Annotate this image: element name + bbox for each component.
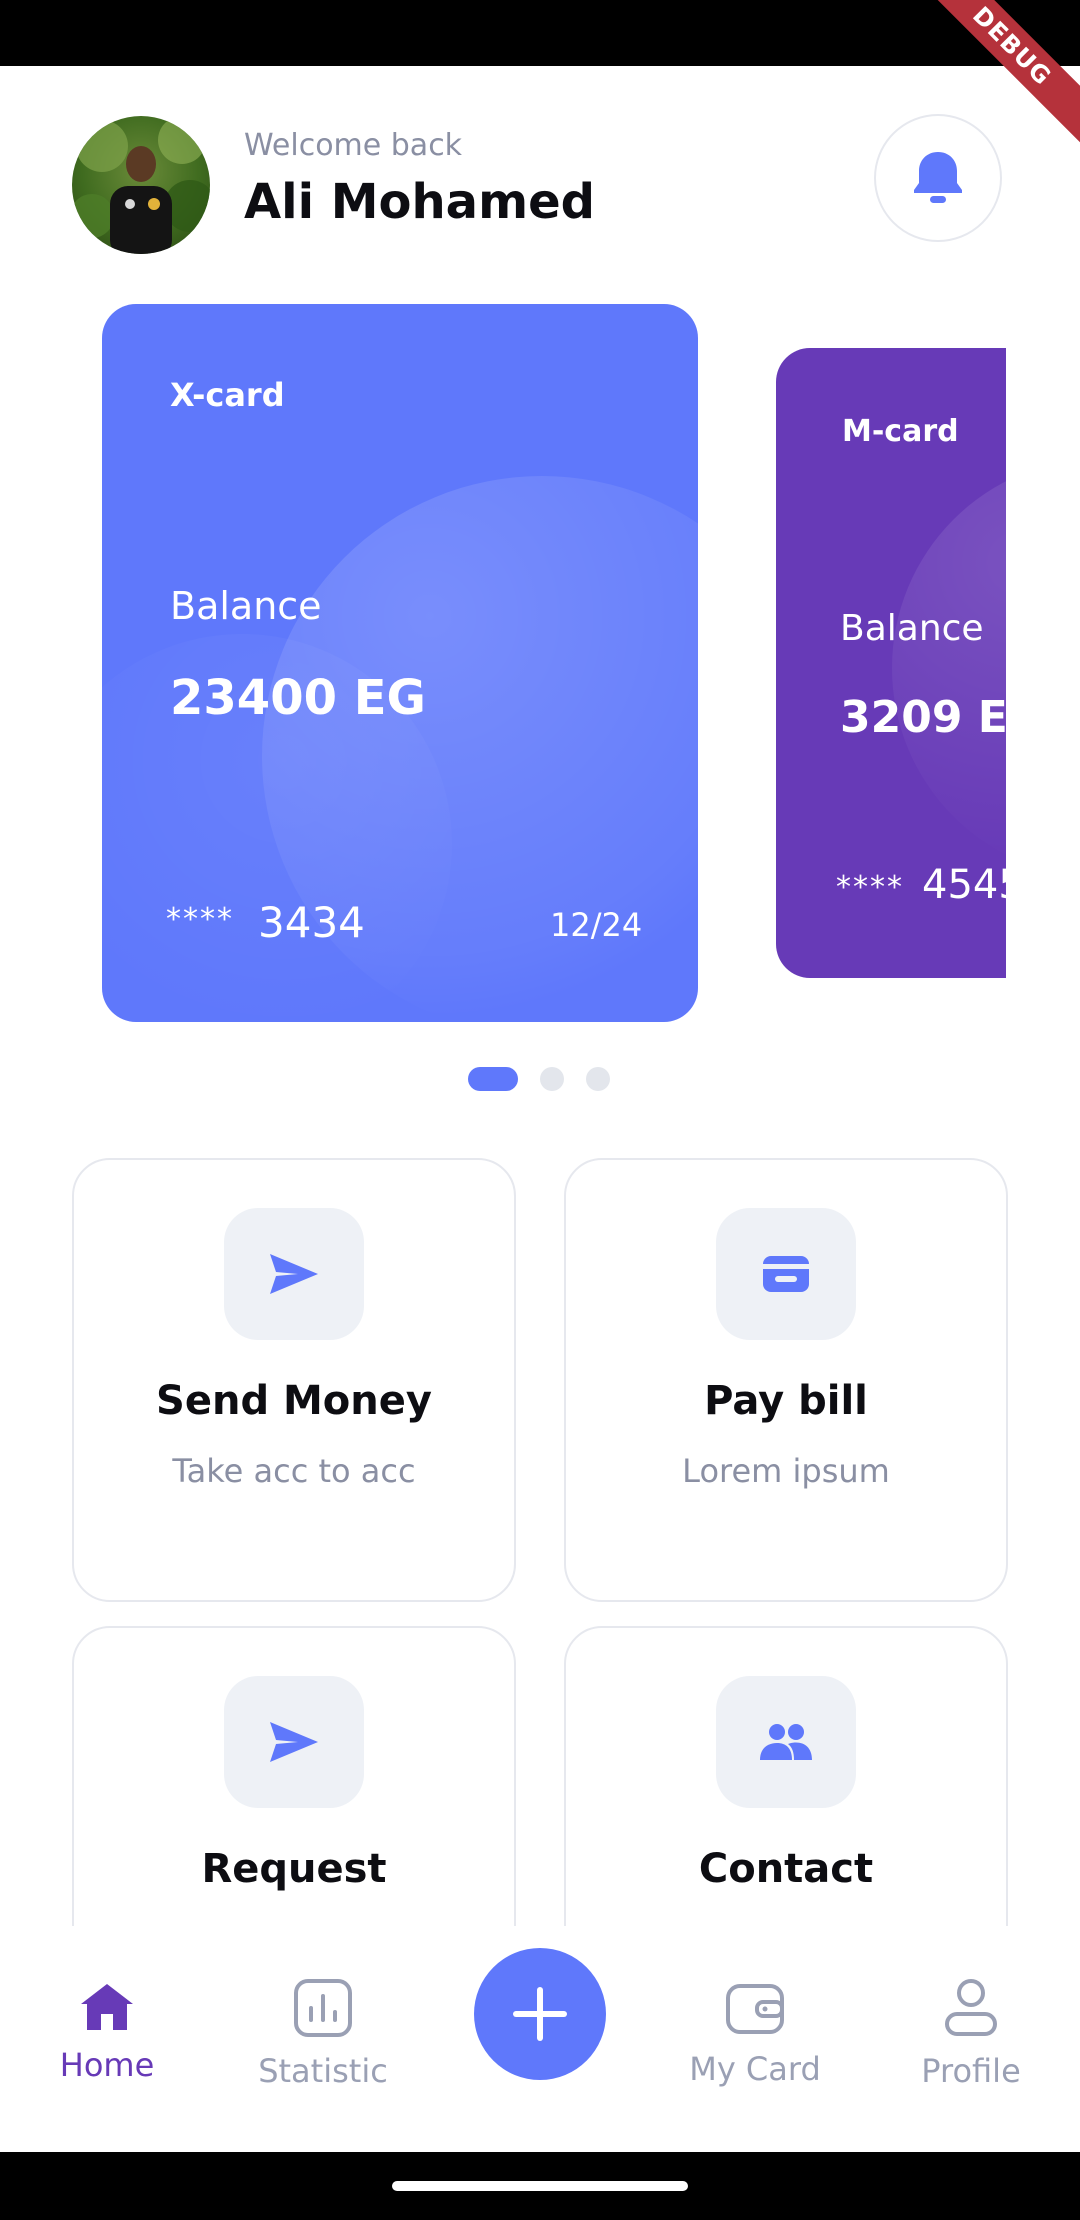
nav-profile[interactable]: Profile: [886, 1978, 1056, 2090]
pager-dot[interactable]: [586, 1067, 610, 1091]
wallet-icon: [763, 1256, 809, 1292]
card-name: X-card: [170, 376, 285, 414]
avatar-photo: [72, 116, 210, 254]
pager-dot-active[interactable]: [468, 1067, 518, 1091]
home-gesture-handle[interactable]: [392, 2181, 688, 2191]
balance-label: Balance: [840, 608, 984, 649]
bell-icon: [914, 152, 962, 203]
nav-label: Statistic: [258, 2052, 388, 2090]
nav-statistic[interactable]: Statistic: [238, 1978, 408, 2090]
card-last4: 4545: [922, 862, 1006, 908]
card-pager: [468, 1067, 610, 1091]
balance-value: 3209 EG: [840, 692, 1006, 743]
balance-label: Balance: [170, 584, 322, 628]
nav-label: Home: [59, 2046, 155, 2084]
avatar[interactable]: [72, 116, 210, 254]
card-last4: 3434: [258, 898, 365, 947]
tile-icon-box: [224, 1208, 364, 1340]
balance-value: 23400 EG: [170, 670, 426, 726]
tile-title: Send Money: [156, 1378, 432, 1424]
send-money-tile[interactable]: Send Money Take acc to acc: [72, 1158, 516, 1602]
notifications-button[interactable]: [874, 114, 1002, 242]
nav-home[interactable]: Home: [22, 1982, 192, 2084]
chart-icon: [294, 1979, 352, 2037]
pager-dot[interactable]: [540, 1067, 564, 1091]
header: Welcome back Ali Mohamed: [72, 114, 1008, 254]
user-icon: [945, 1979, 997, 2036]
plus-icon: [513, 1987, 567, 2041]
nav-my-card[interactable]: My Card: [670, 1980, 840, 2088]
nav-label: My Card: [689, 2050, 821, 2088]
card-expiry: 12/24: [550, 906, 643, 944]
status-bar: [0, 0, 1080, 66]
home-icon: [81, 1984, 133, 2030]
card-name: M-card: [842, 414, 959, 449]
people-icon: [760, 1724, 812, 1760]
send-icon: [270, 1254, 318, 1294]
card-x[interactable]: X-card Balance 23400 EG **** 3434 12/24: [102, 304, 698, 1022]
tile-icon-box: [716, 1676, 856, 1808]
card-m[interactable]: M-card Balance 3209 EG **** 4545: [776, 348, 1006, 978]
tile-title: Pay bill: [704, 1378, 868, 1424]
user-name: Ali Mohamed: [244, 174, 595, 230]
card-mask: ****: [836, 870, 904, 905]
add-button[interactable]: [474, 1948, 606, 2080]
tile-title: Contact: [698, 1846, 874, 1892]
tile-subtitle: Lorem ipsum: [682, 1452, 890, 1490]
welcome-text: Welcome back: [244, 128, 463, 163]
tile-icon-box: [716, 1208, 856, 1340]
send-icon: [270, 1722, 318, 1762]
wallet-icon: [726, 1984, 784, 2034]
card-decoration: [892, 458, 1006, 878]
tile-title: Request: [201, 1846, 387, 1892]
nav-label: Profile: [921, 2052, 1021, 2090]
card-mask: ****: [166, 902, 234, 937]
tile-subtitle: Take acc to acc: [172, 1452, 416, 1490]
tile-icon-box: [224, 1676, 364, 1808]
pay-bill-tile[interactable]: Pay bill Lorem ipsum: [564, 1158, 1008, 1602]
